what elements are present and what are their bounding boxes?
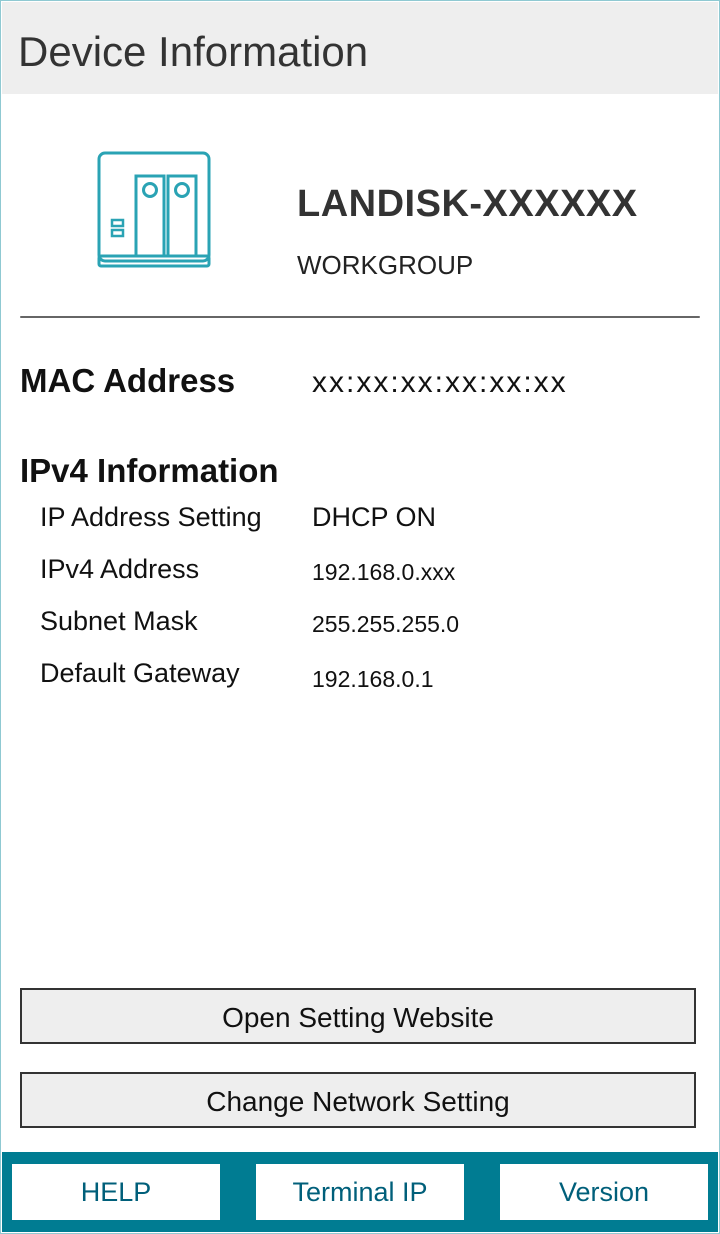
default-gateway-label: Default Gateway [40,658,240,688]
ip-address-setting-label: IP Address Setting [40,502,262,532]
terminal-ip-button[interactable]: Terminal IP [256,1164,464,1220]
change-network-setting-button[interactable]: Change Network Setting [20,1072,696,1128]
ipv4-address-label: IPv4 Address [40,554,200,584]
ip-address-setting-value: DHCP ON [312,502,437,532]
title-bar: Device Information [2,2,718,94]
page-title: Device Information [18,28,369,75]
device-name: LANDISK-XXXXXX [297,183,638,225]
bottom-nav-bar: HELP Terminal IP Version [2,1152,718,1232]
default-gateway-value: 192.168.0.1 [312,666,434,692]
mac-address-value: xx:xx:xx:xx:xx:xx [312,366,568,399]
default-gateway-row: Default Gateway 192.168.0.1 [40,656,700,692]
help-button[interactable]: HELP [12,1164,220,1220]
open-setting-website-button[interactable]: Open Setting Website [20,988,696,1044]
nas-device-icon [96,150,212,270]
subnet-mask-label: Subnet Mask [40,606,198,636]
section-divider [20,316,700,318]
workgroup-name: WORKGROUP [297,250,474,280]
ipv4-address-row: IPv4 Address 192.168.0.xxx [40,552,700,588]
ipv4-address-value: 192.168.0.xxx [312,559,456,585]
subnet-mask-row: Subnet Mask 255.255.255.0 [40,604,700,640]
mac-address-label: MAC Address [20,362,236,399]
subnet-mask-value: 255.255.255.0 [312,611,460,637]
ipv4-heading: IPv4 Information [20,452,279,489]
version-button[interactable]: Version [500,1164,708,1220]
ip-address-setting-row: IP Address Setting DHCP ON [40,500,700,536]
